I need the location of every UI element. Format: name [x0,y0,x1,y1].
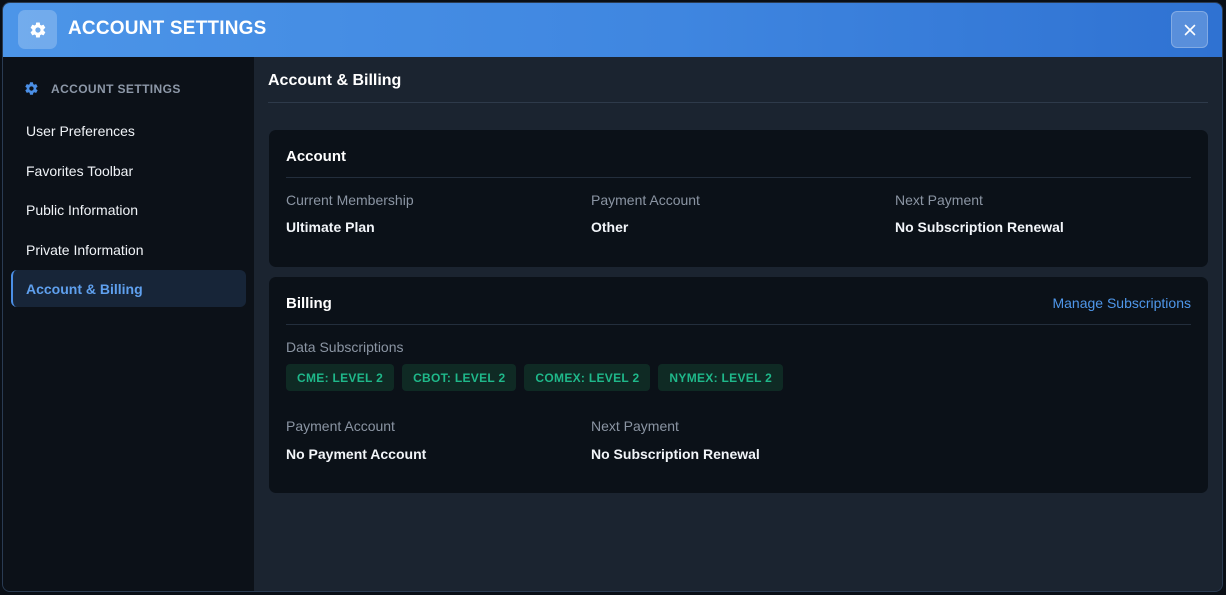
sidebar-item-user-preferences[interactable]: User Preferences [11,112,246,149]
title-divider [268,102,1208,103]
sidebar-item-private-information[interactable]: Private Information [11,231,246,268]
gear-icon [25,82,38,95]
account-card-title: Account [286,148,346,165]
next-payment-label: Next Payment [895,192,983,208]
sidebar-item-favorites-toolbar[interactable]: Favorites Toolbar [11,152,246,189]
title-bar: ACCOUNT SETTINGS [3,3,1222,57]
billing-card-divider [286,324,1191,325]
payment-account-value: Other [591,219,629,235]
account-card: Account Current Membership Ultimate Plan… [269,130,1208,267]
sidebar: ACCOUNT SETTINGS User Preferences Favori… [3,57,254,591]
close-button[interactable] [1171,11,1208,48]
billing-next-payment-value: No Subscription Renewal [591,446,760,462]
main-content: Account & Billing Account Current Member… [254,57,1222,591]
payment-account-label: Payment Account [591,192,700,208]
sidebar-item-account-billing[interactable]: Account & Billing [11,270,246,307]
account-settings-window: ACCOUNT SETTINGS ACCOUNT SETTINGS User P… [2,2,1223,592]
sidebar-header: ACCOUNT SETTINGS [24,81,181,96]
next-payment-value: No Subscription Renewal [895,219,1064,235]
gear-icon [30,21,45,38]
subscription-badges: CME: LEVEL 2 CBOT: LEVEL 2 COMEX: LEVEL … [286,364,784,391]
current-membership-label: Current Membership [286,192,414,208]
subscription-badge-comex: COMEX: LEVEL 2 [524,364,651,391]
billing-payment-account-value: No Payment Account [286,446,427,462]
account-card-divider [286,177,1191,178]
sidebar-header-label: ACCOUNT SETTINGS [51,81,181,96]
subscription-badge-nymex: NYMEX: LEVEL 2 [658,364,784,391]
billing-next-payment-label: Next Payment [591,418,679,434]
billing-card: Billing Manage Subscriptions Data Subscr… [269,277,1208,493]
title-icon-container [18,10,57,49]
sidebar-item-public-information[interactable]: Public Information [11,191,246,228]
billing-card-title: Billing [286,295,332,312]
current-membership-value: Ultimate Plan [286,219,375,235]
page-title: Account & Billing [268,72,402,89]
subscription-badge-cbot: CBOT: LEVEL 2 [402,364,517,391]
window-title: ACCOUNT SETTINGS [68,18,267,39]
billing-payment-account-label: Payment Account [286,418,395,434]
data-subscriptions-label: Data Subscriptions [286,339,404,355]
manage-subscriptions-link[interactable]: Manage Subscriptions [1052,295,1191,311]
close-icon [1184,24,1195,35]
subscription-badge-cme: CME: LEVEL 2 [286,364,395,391]
